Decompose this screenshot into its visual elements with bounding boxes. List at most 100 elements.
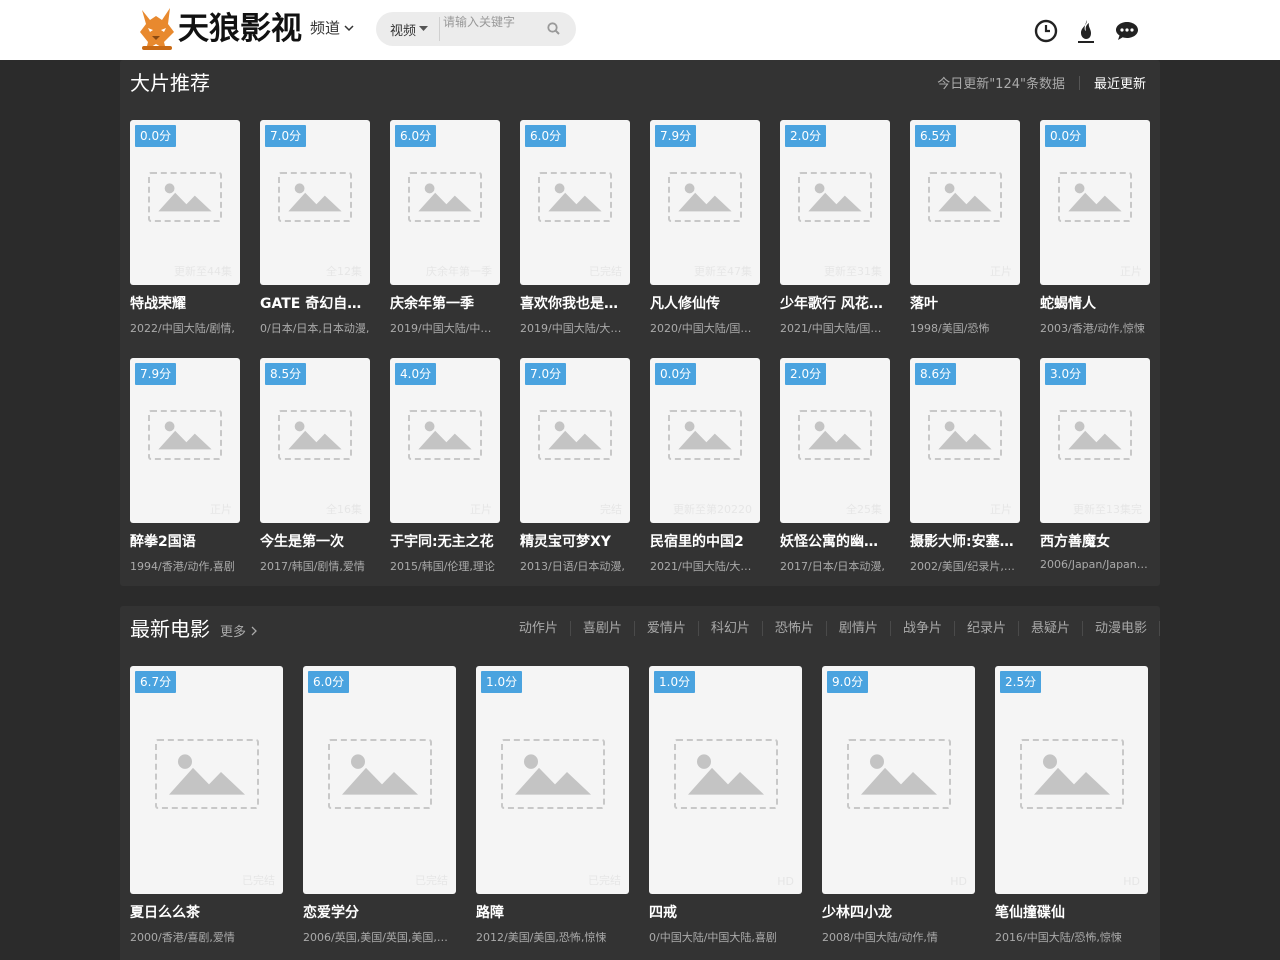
search-type-label: 视频 <box>390 23 417 39</box>
image-placeholder-icon <box>798 409 872 460</box>
video-title[interactable]: 西方善魔女 <box>1040 531 1150 551</box>
score-badge: 8.5分 <box>265 363 307 385</box>
video-thumbnail[interactable]: 0.0分 正片 <box>1040 120 1150 285</box>
video-title[interactable]: 蛇蝎情人 <box>1040 293 1150 313</box>
image-placeholder-icon <box>538 171 612 222</box>
score-badge: 0.0分 <box>1045 125 1087 147</box>
video-thumbnail[interactable]: 7.9分 更新至47集 <box>650 120 760 285</box>
category-tab[interactable]: 战争片 <box>891 621 955 636</box>
video-title[interactable]: 于宇同:无主之花 <box>390 531 500 551</box>
image-placeholder-icon <box>278 171 352 222</box>
video-title[interactable]: 精灵宝可梦XY <box>520 531 630 551</box>
video-title[interactable]: 凡人修仙传 <box>650 293 760 313</box>
section-title: 大片推荐 <box>130 71 210 95</box>
video-title[interactable]: 少年歌行 风花雪月篇 <box>780 293 890 313</box>
search-bar: 视频 <box>376 12 576 46</box>
image-placeholder-icon <box>928 409 1002 460</box>
category-tab[interactable]: 动漫电影 <box>1083 621 1160 636</box>
recommend-section: 大片推荐 今日更新"124"条数据 最近更新 0.0分 更新至44集特战荣耀 202… <box>120 60 1160 586</box>
video-thumbnail[interactable]: 1.0分 已完结 <box>476 666 629 894</box>
video-meta: 0/日本/日本,日本动漫, <box>260 322 370 335</box>
chevron-down-icon <box>344 24 354 31</box>
video-title[interactable]: 醉拳2国语 <box>130 531 240 551</box>
video-title[interactable]: 路障 <box>476 902 629 922</box>
video-title[interactable]: 喜欢你我也是第二季 <box>520 293 630 313</box>
video-title[interactable]: 四戒 <box>649 902 802 922</box>
video-title[interactable]: 少林四小龙 <box>822 902 975 922</box>
episode-status: 已完结 <box>588 874 621 887</box>
search-type-select[interactable]: 视频 <box>376 12 439 46</box>
category-tab[interactable]: 纪录片 <box>955 621 1019 636</box>
score-badge: 7.9分 <box>655 125 697 147</box>
caret-down-icon <box>419 26 429 31</box>
video-title[interactable]: 特战荣耀 <box>130 293 240 313</box>
video-thumbnail[interactable]: 2.5分 HD <box>995 666 1148 894</box>
video-thumbnail[interactable]: 7.9分 正片 <box>130 358 240 523</box>
video-meta: 2020/中国大陆/国产动漫 <box>650 322 760 335</box>
category-tab[interactable]: 恐怖片 <box>763 621 827 636</box>
score-badge: 1.0分 <box>654 671 696 693</box>
search-input[interactable] <box>440 12 540 46</box>
score-badge: 0.0分 <box>135 125 177 147</box>
video-title[interactable]: 今生是第一次 <box>260 531 370 551</box>
site-logo[interactable]: 天狼影视 <box>138 4 302 54</box>
episode-status: 完结 <box>600 503 622 516</box>
video-meta: 2006/英国,美国/英国,美国,剧情 <box>303 931 456 944</box>
score-badge: 3.0分 <box>1045 363 1087 385</box>
history-icon[interactable] <box>1034 18 1058 44</box>
episode-status: 全16集 <box>326 503 362 516</box>
video-thumbnail[interactable]: 1.0分 HD <box>649 666 802 894</box>
video-thumbnail[interactable]: 9.0分 HD <box>822 666 975 894</box>
update-info: 今日更新"124"条数据 最近更新 <box>937 73 1146 92</box>
video-title[interactable]: 摄影大师:安塞尔·亚当斯 <box>910 531 1020 551</box>
video-title[interactable]: 笔仙撞碟仙 <box>995 902 1148 922</box>
category-tab[interactable]: 科幻片 <box>699 621 763 636</box>
episode-status: 已完结 <box>589 265 622 278</box>
channel-menu[interactable]: 频道 <box>310 17 354 38</box>
video-thumbnail[interactable]: 8.5分全16集 <box>260 358 370 523</box>
category-tab[interactable]: 悬疑片 <box>1019 621 1083 636</box>
message-icon[interactable] <box>1115 18 1139 44</box>
category-tab[interactable]: 喜剧片 <box>571 621 635 636</box>
video-thumbnail[interactable]: 6.0分 已完结 <box>520 120 630 285</box>
latest-update-link[interactable]: 最近更新 <box>1094 73 1146 92</box>
video-meta: 2013/日语/日本动漫, <box>520 560 625 573</box>
image-placeholder-icon <box>500 739 605 809</box>
video-meta: 1994/香港/动作,喜剧 <box>130 560 235 573</box>
video-thumbnail[interactable]: 6.7分已完结 <box>130 666 283 894</box>
video-title[interactable]: 恋爱学分 <box>303 902 456 922</box>
video-thumbnail[interactable]: 8.6分 正片 <box>910 358 1020 523</box>
video-title[interactable]: 庆余年第一季 <box>390 293 500 313</box>
video-thumbnail[interactable]: 3.0分 更新至13集完 <box>1040 358 1150 523</box>
category-tab[interactable]: 剧情片 <box>827 621 891 636</box>
episode-status: 更新至第20220 <box>673 503 752 516</box>
episode-status: 正片 <box>210 503 232 516</box>
video-thumbnail[interactable]: 6.0分 已完结 <box>303 666 456 894</box>
video-thumbnail[interactable]: 6.5分 正片 <box>910 120 1020 285</box>
video-title[interactable]: 民宿里的中国2 <box>650 531 760 551</box>
score-badge: 7.0分 <box>265 125 307 147</box>
hot-icon[interactable] <box>1074 18 1098 44</box>
category-tab[interactable]: 动作片 <box>507 621 571 636</box>
score-badge: 6.7分 <box>135 671 177 693</box>
video-meta: 2019/中国大陆/中国大陆, <box>390 322 500 335</box>
video-thumbnail[interactable]: 7.0分 完结 <box>520 358 630 523</box>
video-thumbnail[interactable]: 2.0分 更新至31集 <box>780 120 890 285</box>
video-title[interactable]: 落叶 <box>910 293 1020 313</box>
search-icon[interactable] <box>546 21 562 37</box>
more-link[interactable]: 更多 <box>220 621 258 640</box>
video-thumbnail[interactable]: 4.0分 正片 <box>390 358 500 523</box>
video-thumbnail[interactable]: 0.0分 更新至第20220 <box>650 358 760 523</box>
episode-status: 全12集 <box>326 265 362 278</box>
video-title[interactable]: GATE 奇幻自卫队 <box>260 293 370 313</box>
video-thumbnail[interactable]: 0.0分 更新至44集 <box>130 120 240 285</box>
episode-status: 已完结 <box>242 874 275 887</box>
image-placeholder-icon <box>327 739 432 809</box>
section-title: 最新电影 <box>130 617 210 641</box>
video-thumbnail[interactable]: 2.0分 全25集 <box>780 358 890 523</box>
video-thumbnail[interactable]: 7.0分全12集 <box>260 120 370 285</box>
video-title[interactable]: 妖怪公寓的幽雅日常 <box>780 531 890 551</box>
category-tab[interactable]: 爱情片 <box>635 621 699 636</box>
video-title[interactable]: 夏日么么茶 <box>130 902 283 922</box>
video-thumbnail[interactable]: 6.0分 庆余年第一季 <box>390 120 500 285</box>
